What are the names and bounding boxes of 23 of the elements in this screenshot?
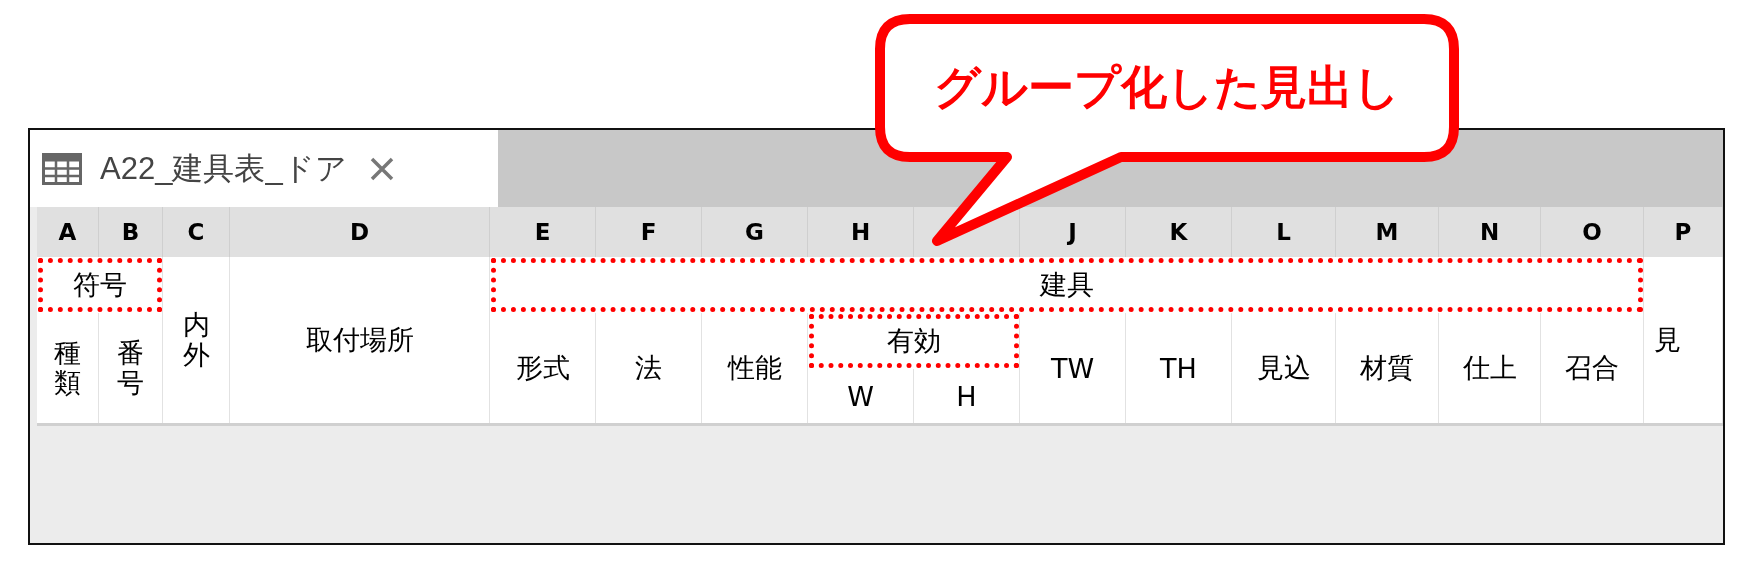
header-cell: TW <box>1020 313 1126 423</box>
header-cell: TH <box>1126 313 1232 423</box>
header-cell: 形式 <box>490 313 596 423</box>
header-cell: W <box>808 369 914 423</box>
sheet-tab[interactable]: A22_建具表_ドア <box>30 130 498 207</box>
header-cell: 建具 <box>490 257 1644 313</box>
header-cell: 種類 <box>37 313 99 423</box>
close-icon[interactable] <box>368 155 395 182</box>
header-cell: 材質 <box>1336 313 1439 423</box>
header-cell: 見 <box>1644 257 1723 423</box>
header-cell: H <box>914 369 1020 423</box>
header-cell: 番号 <box>99 313 163 423</box>
header-cell: 取付場所 <box>230 257 490 423</box>
header-cell: 見込 <box>1232 313 1336 423</box>
header-cell: 内外 <box>163 257 230 423</box>
header-cell: 有効 <box>808 313 1020 369</box>
header-cell: 法 <box>596 313 702 423</box>
header-cell: 仕上 <box>1439 313 1541 423</box>
header-cell: 性能 <box>702 313 808 423</box>
header-cell: 符号 <box>37 257 163 313</box>
callout-text: グループ化した見出し <box>934 59 1400 116</box>
header-cell: 召合 <box>1541 313 1644 423</box>
table-icon <box>42 152 82 185</box>
